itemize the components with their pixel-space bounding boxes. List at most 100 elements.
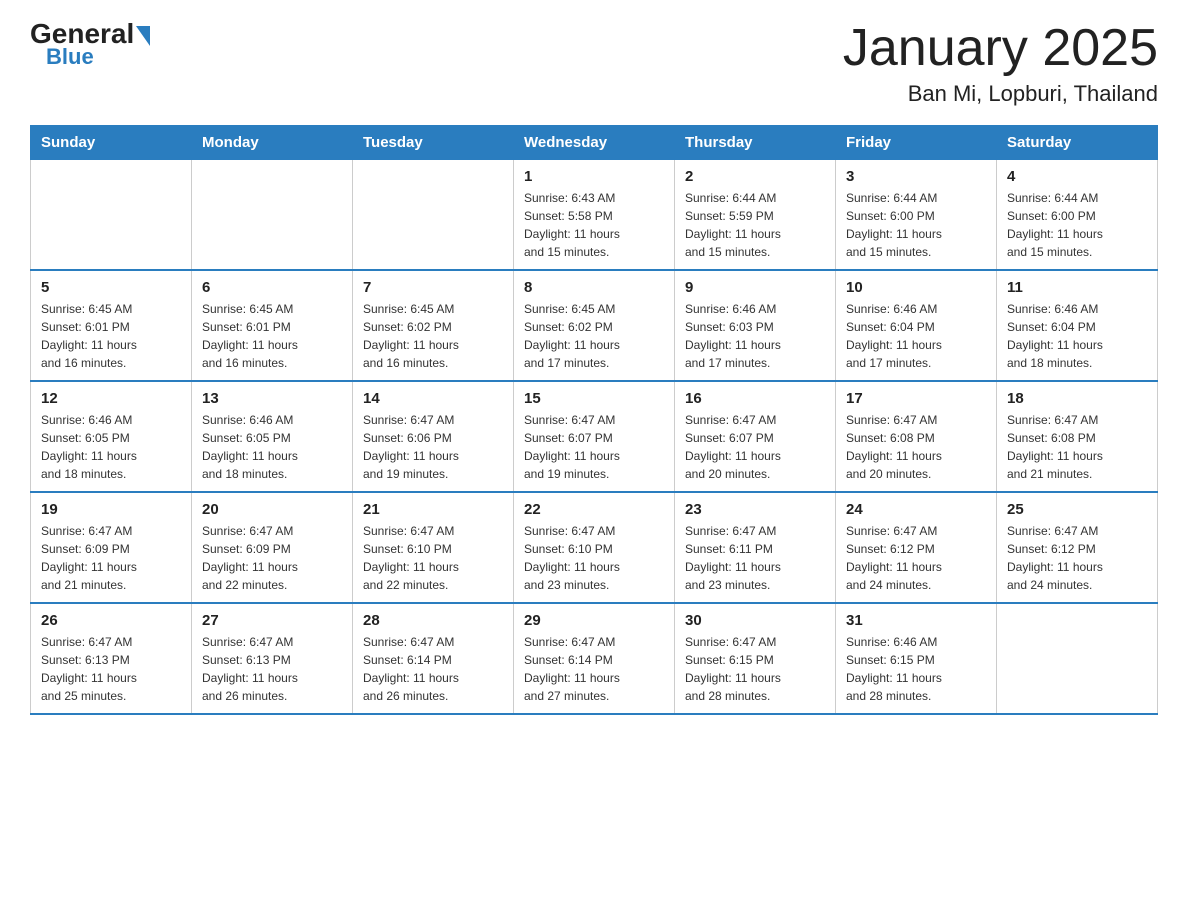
- day-info: Sunrise: 6:46 AMSunset: 6:15 PMDaylight:…: [846, 633, 986, 705]
- calendar-cell: 29 Sunrise: 6:47 AMSunset: 6:14 PMDayligh…: [514, 603, 675, 714]
- day-number: 1: [524, 168, 664, 185]
- day-info: Sunrise: 6:44 AMSunset: 6:00 PMDaylight:…: [846, 189, 986, 261]
- week-row-5: 26 Sunrise: 6:47 AMSunset: 6:13 PMDayligh…: [31, 603, 1158, 714]
- day-number: 11: [1007, 279, 1147, 296]
- calendar-cell: 30Sunrise: 6:47 AMSunset: 6:15 PMDayligh…: [675, 603, 836, 714]
- weekday-header-saturday: Saturday: [997, 126, 1158, 160]
- logo-arrow-icon: [136, 26, 150, 46]
- day-info: Sunrise: 6:46 AMSunset: 6:05 PMDaylight:…: [202, 411, 342, 483]
- day-info: Sunrise: 6:47 AMSunset: 6:13 PMDaylight:…: [41, 633, 181, 705]
- calendar-cell: 26 Sunrise: 6:47 AMSunset: 6:13 PMDayligh…: [31, 603, 192, 714]
- day-number: 28: [363, 612, 503, 629]
- day-info: Sunrise: 6:47 AMSunset: 6:14 PMDaylight:…: [524, 633, 664, 705]
- calendar-cell: 6Sunrise: 6:45 AMSunset: 6:01 PMDaylight…: [192, 270, 353, 381]
- day-info: Sunrise: 6:47 AMSunset: 6:07 PMDaylight:…: [524, 411, 664, 483]
- day-number: 23: [685, 501, 825, 518]
- day-info: Sunrise: 6:47 AMSunset: 6:13 PMDaylight:…: [202, 633, 342, 705]
- day-number: 24: [846, 501, 986, 518]
- day-info: Sunrise: 6:45 AMSunset: 6:02 PMDaylight:…: [363, 300, 503, 372]
- page-header: General Blue January 2025 Ban Mi, Lopbur…: [30, 20, 1158, 107]
- day-number: 21: [363, 501, 503, 518]
- calendar-cell: 27 Sunrise: 6:47 AMSunset: 6:13 PMDayligh…: [192, 603, 353, 714]
- day-number: 19: [41, 501, 181, 518]
- day-number: 18: [1007, 390, 1147, 407]
- week-row-1: 1 Sunrise: 6:43 AMSunset: 5:58 PMDaylight…: [31, 160, 1158, 271]
- calendar-cell: [31, 160, 192, 271]
- calendar-cell: 20 Sunrise: 6:47 AMSunset: 6:09 PMDayligh…: [192, 492, 353, 603]
- day-number: 12: [41, 390, 181, 407]
- day-info: Sunrise: 6:47 AMSunset: 6:06 PMDaylight:…: [363, 411, 503, 483]
- weekday-header-row: SundayMondayTuesdayWednesdayThursdayFrid…: [31, 126, 1158, 160]
- calendar-cell: 9Sunrise: 6:46 AMSunset: 6:03 PMDaylight…: [675, 270, 836, 381]
- week-row-4: 19 Sunrise: 6:47 AMSunset: 6:09 PMDayligh…: [31, 492, 1158, 603]
- day-info: Sunrise: 6:44 AMSunset: 6:00 PMDaylight:…: [1007, 189, 1147, 261]
- calendar-cell: 21 Sunrise: 6:47 AMSunset: 6:10 PMDayligh…: [353, 492, 514, 603]
- calendar-cell: 2Sunrise: 6:44 AMSunset: 5:59 PMDaylight…: [675, 160, 836, 271]
- day-number: 31: [846, 612, 986, 629]
- logo: General Blue: [30, 20, 150, 70]
- day-number: 3: [846, 168, 986, 185]
- day-info: Sunrise: 6:45 AMSunset: 6:01 PMDaylight:…: [41, 300, 181, 372]
- day-number: 14: [363, 390, 503, 407]
- calendar-cell: 15Sunrise: 6:47 AMSunset: 6:07 PMDayligh…: [514, 381, 675, 492]
- day-number: 4: [1007, 168, 1147, 185]
- day-number: 16: [685, 390, 825, 407]
- day-info: Sunrise: 6:46 AMSunset: 6:05 PMDaylight:…: [41, 411, 181, 483]
- day-number: 13: [202, 390, 342, 407]
- day-info: Sunrise: 6:47 AMSunset: 6:08 PMDaylight:…: [846, 411, 986, 483]
- weekday-header-wednesday: Wednesday: [514, 126, 675, 160]
- day-info: Sunrise: 6:47 AMSunset: 6:07 PMDaylight:…: [685, 411, 825, 483]
- calendar-subtitle: Ban Mi, Lopburi, Thailand: [843, 81, 1158, 107]
- weekday-header-monday: Monday: [192, 126, 353, 160]
- calendar-cell: [997, 603, 1158, 714]
- day-info: Sunrise: 6:47 AMSunset: 6:12 PMDaylight:…: [846, 522, 986, 594]
- calendar-cell: 22 Sunrise: 6:47 AMSunset: 6:10 PMDayligh…: [514, 492, 675, 603]
- logo-blue-text: Blue: [46, 44, 94, 70]
- day-number: 22: [524, 501, 664, 518]
- day-info: Sunrise: 6:46 AMSunset: 6:04 PMDaylight:…: [1007, 300, 1147, 372]
- day-number: 8: [524, 279, 664, 296]
- calendar-cell: 12 Sunrise: 6:46 AMSunset: 6:05 PMDayligh…: [31, 381, 192, 492]
- calendar-cell: 3 Sunrise: 6:44 AMSunset: 6:00 PMDaylight…: [836, 160, 997, 271]
- calendar-cell: 17 Sunrise: 6:47 AMSunset: 6:08 PMDayligh…: [836, 381, 997, 492]
- day-number: 7: [363, 279, 503, 296]
- day-info: Sunrise: 6:47 AMSunset: 6:09 PMDaylight:…: [202, 522, 342, 594]
- calendar-cell: 5Sunrise: 6:45 AMSunset: 6:01 PMDaylight…: [31, 270, 192, 381]
- day-number: 30: [685, 612, 825, 629]
- weekday-header-sunday: Sunday: [31, 126, 192, 160]
- day-number: 10: [846, 279, 986, 296]
- day-info: Sunrise: 6:47 AMSunset: 6:14 PMDaylight:…: [363, 633, 503, 705]
- day-info: Sunrise: 6:43 AMSunset: 5:58 PMDaylight:…: [524, 189, 664, 261]
- calendar-cell: 18Sunrise: 6:47 AMSunset: 6:08 PMDayligh…: [997, 381, 1158, 492]
- calendar-cell: 1 Sunrise: 6:43 AMSunset: 5:58 PMDaylight…: [514, 160, 675, 271]
- calendar-cell: 4 Sunrise: 6:44 AMSunset: 6:00 PMDaylight…: [997, 160, 1158, 271]
- day-info: Sunrise: 6:47 AMSunset: 6:10 PMDaylight:…: [363, 522, 503, 594]
- day-info: Sunrise: 6:47 AMSunset: 6:09 PMDaylight:…: [41, 522, 181, 594]
- day-info: Sunrise: 6:45 AMSunset: 6:02 PMDaylight:…: [524, 300, 664, 372]
- weekday-header-thursday: Thursday: [675, 126, 836, 160]
- day-info: Sunrise: 6:46 AMSunset: 6:03 PMDaylight:…: [685, 300, 825, 372]
- day-number: 29: [524, 612, 664, 629]
- calendar-cell: 28 Sunrise: 6:47 AMSunset: 6:14 PMDayligh…: [353, 603, 514, 714]
- calendar-cell: 25Sunrise: 6:47 AMSunset: 6:12 PMDayligh…: [997, 492, 1158, 603]
- week-row-2: 5Sunrise: 6:45 AMSunset: 6:01 PMDaylight…: [31, 270, 1158, 381]
- calendar-cell: [192, 160, 353, 271]
- calendar-cell: 16 Sunrise: 6:47 AMSunset: 6:07 PMDayligh…: [675, 381, 836, 492]
- calendar-cell: [353, 160, 514, 271]
- calendar-cell: 23 Sunrise: 6:47 AMSunset: 6:11 PMDayligh…: [675, 492, 836, 603]
- title-area: January 2025 Ban Mi, Lopburi, Thailand: [843, 20, 1158, 107]
- calendar-cell: 11 Sunrise: 6:46 AMSunset: 6:04 PMDayligh…: [997, 270, 1158, 381]
- day-number: 20: [202, 501, 342, 518]
- calendar-cell: 19 Sunrise: 6:47 AMSunset: 6:09 PMDayligh…: [31, 492, 192, 603]
- day-number: 26: [41, 612, 181, 629]
- calendar-cell: 14 Sunrise: 6:47 AMSunset: 6:06 PMDayligh…: [353, 381, 514, 492]
- calendar-cell: 31 Sunrise: 6:46 AMSunset: 6:15 PMDayligh…: [836, 603, 997, 714]
- day-number: 17: [846, 390, 986, 407]
- calendar-cell: 8 Sunrise: 6:45 AMSunset: 6:02 PMDaylight…: [514, 270, 675, 381]
- weekday-header-tuesday: Tuesday: [353, 126, 514, 160]
- day-info: Sunrise: 6:47 AMSunset: 6:10 PMDaylight:…: [524, 522, 664, 594]
- weekday-header-friday: Friday: [836, 126, 997, 160]
- day-number: 27: [202, 612, 342, 629]
- calendar-table: SundayMondayTuesdayWednesdayThursdayFrid…: [30, 125, 1158, 715]
- day-info: Sunrise: 6:47 AMSunset: 6:11 PMDaylight:…: [685, 522, 825, 594]
